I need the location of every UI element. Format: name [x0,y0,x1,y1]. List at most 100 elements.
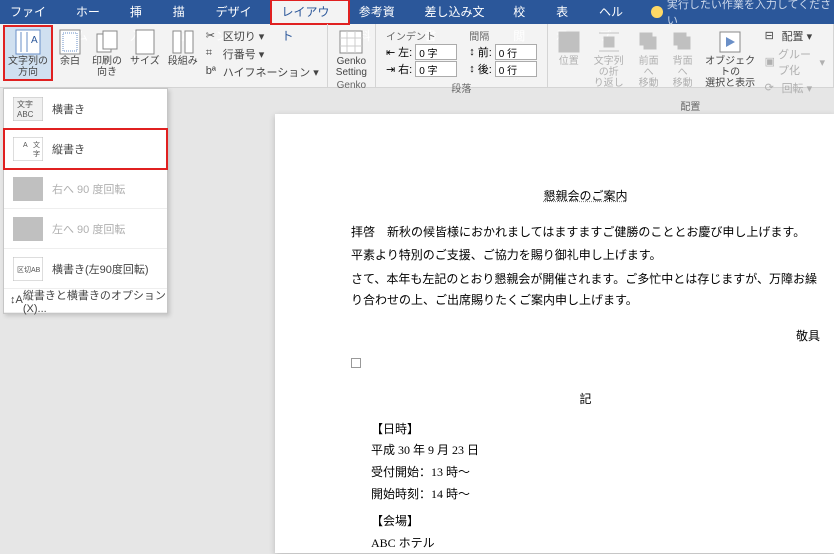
group-objects-button: ▣グループ化 ▾ [765,46,825,78]
tab-references[interactable]: 参考資料 [349,0,415,24]
indent-left-label: 左: [398,44,412,60]
indent-right-input[interactable] [415,61,457,77]
tab-file[interactable]: ファイル [0,0,66,24]
position-button: 位置 [552,26,586,69]
genko-group: Genko Setting Genko [328,24,376,87]
rotate-button: ⟳回転 ▾ [765,80,825,96]
text-direction-menu: 文字ABC 横書き 文字A 縦書き AB 右へ 90 度回転 AB 左へ 90 … [3,88,168,314]
tab-mailings[interactable]: 差し込み文書 [415,0,504,24]
orientation-icon [93,28,121,56]
svg-text:A: A [31,35,38,46]
indent-left-icon: ⇤ [386,46,395,59]
text-direction-horizontal-rotated[interactable]: 区切AB 横書き(左90度回転) [4,249,167,289]
tab-view[interactable]: 表示 [546,0,589,24]
margins-icon [56,28,84,56]
paragraph-group-label: 段落 [380,80,543,95]
breaks-button[interactable]: ✂区切り ▾ [206,28,319,44]
margins-button[interactable]: 余白 [52,26,88,69]
send-backward-button: 背面へ 移動 [666,26,700,91]
arrange-group-label: 配置 [552,98,829,113]
indent-left-input[interactable] [415,44,457,60]
venue-heading: 【会場】 [371,511,820,533]
align-label: 配置 [782,28,804,44]
size-icon [131,28,159,56]
options-label: 縦書きと横書きのオプション(X)... [23,287,167,315]
options-icon: ↕A [10,294,23,308]
vertical-icon: 文字A [10,134,46,164]
date-heading: 【日時】 [371,419,820,441]
line-numbers-label: 行番号 [223,46,256,62]
paragraph-group: インデント ⇤左: ⇥右: 間隔 ↕前: ↕後: 段落 [376,24,548,87]
breaks-icon: ✂ [206,29,220,43]
selection-pane-button[interactable]: オブジェクトの 選択と表示 [700,26,761,91]
horizontal-rot-icon: 区切AB [10,254,46,284]
space-after-label: 後: [478,61,492,77]
doc-p1: 拝啓 新秋の候皆様におかれましてはますますご健勝のこととお慶び申し上げます。 [351,222,820,244]
forward-label: 前面へ 移動 [636,56,662,89]
line-numbers-button[interactable]: ⌗行番号 ▾ [206,46,319,62]
tab-layout[interactable]: レイアウト [271,0,348,24]
genko-group-label: Genko [332,80,371,91]
svg-text:文: 文 [33,140,40,149]
space-before-icon: ↕ [469,46,475,58]
doc-p3: さて、本年も左記のとおり懇親会が開催されます。ご多忙中とは存じますが、万障お繰り… [351,269,820,312]
columns-icon [169,28,197,56]
text-direction-vertical[interactable]: 文字A 縦書き [4,129,167,169]
ribbon-tab-bar: ファイル ホーム 挿入 描画 デザイン レイアウト 参考資料 差し込み文書 校閲… [0,0,834,24]
wrap-label: 文字列の折 り返し [590,56,628,89]
svg-text:文字: 文字 [17,99,33,109]
position-label: 位置 [559,56,579,67]
breaks-label: 区切り [223,28,256,44]
svg-text:AB: AB [24,224,33,235]
group-obj-label: グループ化 [778,46,817,78]
space-before-label: 前: [478,44,492,60]
text-direction-button[interactable]: A 文字列の 方向 [4,26,52,80]
rotate-label: 回転 [782,80,804,96]
wrap-icon [595,28,623,56]
space-after-input[interactable] [495,61,537,77]
page-setup-group: A 文字列の 方向 余白 印刷の 向き サイズ 段組み ✂区切り ▾ [0,24,328,87]
date-value: 平成 30 年 9 月 23 日 [371,440,820,462]
svg-text:A: A [23,142,28,149]
doc-details: 【日時】 平成 30 年 9 月 23 日 受付開始：13 時～ 開始時刻：14… [371,419,820,554]
tab-review[interactable]: 校閲 [503,0,546,24]
horizontal-label: 横書き [52,101,85,117]
text-direction-rotate-right: AB 右へ 90 度回転 [4,169,167,209]
svg-text:AB: AB [21,183,30,194]
wrap-text-button: 文字列の折 り返し [586,26,632,91]
document-page[interactable]: 懇親会のご案内 拝啓 新秋の候皆様におかれましてはますますご健勝のこととお慶び申… [275,114,834,553]
rotate-left-icon: AB [10,214,46,244]
selection-pane-icon [716,28,744,56]
hyphenation-button[interactable]: bªハイフネーション ▾ [206,64,319,80]
arrange-group: 位置 文字列の折 り返し 前面へ 移動 背面へ 移動 オブジェクトの 選択と表示… [548,24,834,87]
forward-icon [635,28,663,56]
tab-home[interactable]: ホーム [66,0,120,24]
align-icon: ⊟ [765,29,779,43]
text-direction-icon: A [14,28,42,56]
svg-text:ABC: ABC [17,110,34,119]
rotate-left-label: 左へ 90 度回転 [52,221,125,237]
text-direction-horizontal[interactable]: 文字ABC 横書き [4,89,167,129]
venue-value: ABC ホテル [371,533,820,554]
align-button[interactable]: ⊟配置 ▾ [765,28,825,44]
start-time: 開始時刻：14 時～ [371,484,820,506]
size-button[interactable]: サイズ [126,26,164,69]
columns-label: 段組み [168,56,198,67]
genko-button[interactable]: Genko Setting [332,26,371,80]
text-direction-rotate-left: AB 左へ 90 度回転 [4,209,167,249]
horizontal-rot-label: 横書き(左90度回転) [52,261,149,277]
columns-button[interactable]: 段組み [164,26,202,69]
tab-insert[interactable]: 挿入 [120,0,163,24]
tab-design[interactable]: デザイン [206,0,272,24]
genko-icon [337,28,365,56]
doc-title: 懇親会のご案内 [351,186,820,208]
space-before-input[interactable] [495,44,537,60]
text-direction-options[interactable]: ↕A 縦書きと横書きのオプション(X)... [4,289,167,313]
orientation-button[interactable]: 印刷の 向き [88,26,126,80]
indent-right-icon: ⇥ [386,63,395,76]
tab-help[interactable]: ヘルプ [589,0,643,24]
tab-draw[interactable]: 描画 [163,0,206,24]
svg-text:字: 字 [33,149,40,158]
rotate-icon: ⟳ [765,81,779,95]
doc-p2: 平素より特別のご支援、ご協力を賜り御礼申し上げます。 [351,245,820,267]
